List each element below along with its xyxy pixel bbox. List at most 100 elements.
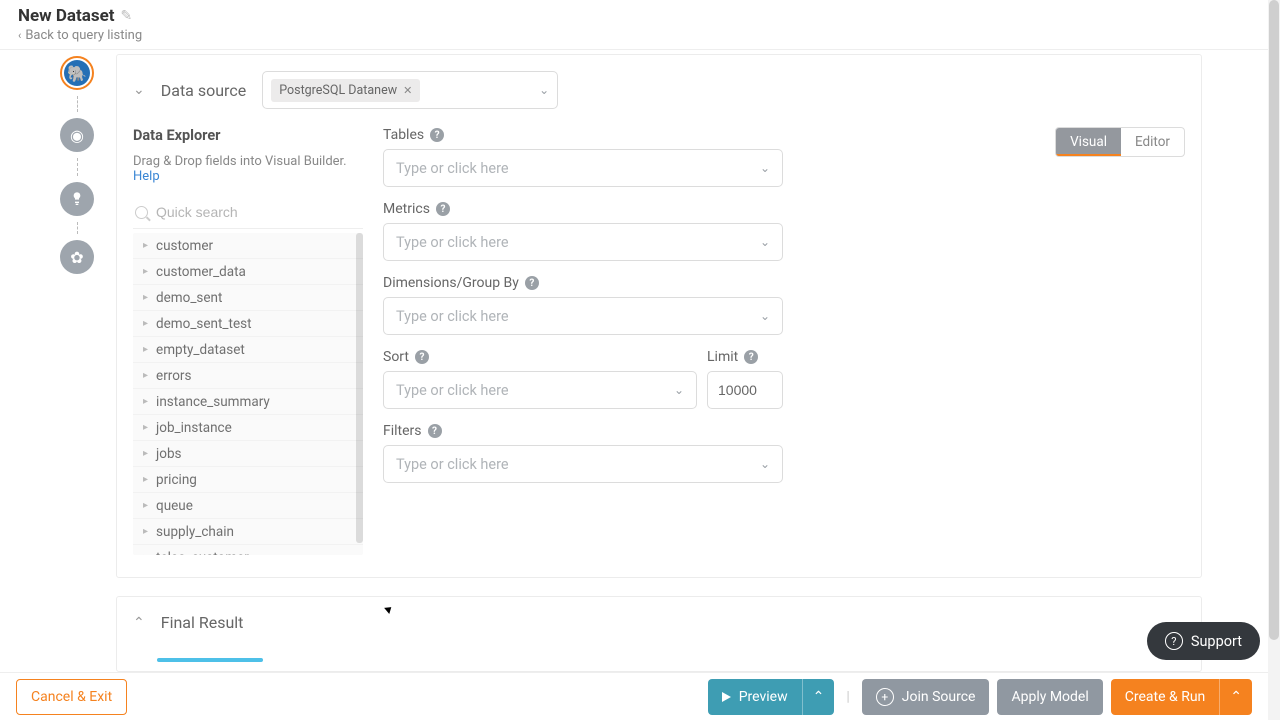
chevron-right-icon: ▸ [143,318,148,329]
collapse-final-icon[interactable]: ⌃ [133,615,145,631]
tree-item-label: demo_sent [156,290,222,306]
tree-item-errors[interactable]: ▸errors [133,363,363,389]
chevron-right-icon: ▸ [143,240,148,251]
tree-item-label: demo_sent_test [156,316,251,332]
sort-label: Sort [383,349,409,365]
chevron-down-icon: ⌄ [674,383,684,397]
tab-visual[interactable]: Visual [1056,128,1121,156]
tree-item-label: jobs [156,446,181,462]
final-label: Final Result [161,613,244,632]
footer: Cancel & Exit Preview ⌃ | + Join Source … [0,672,1268,720]
edit-title-icon[interactable]: ✎ [121,8,133,24]
preview-caret-button[interactable]: ⌃ [802,679,835,715]
chevron-right-icon: ▸ [143,292,148,303]
help-icon[interactable]: ? [415,350,429,364]
apply-model-button[interactable]: Apply Model [997,679,1102,715]
collapse-datasource-icon[interactable]: ⌄ [133,82,145,98]
tree-item-demo_sent[interactable]: ▸ demo_sent [133,285,363,311]
limit-input[interactable] [707,371,783,409]
chevron-right-icon: ▸ [143,448,148,459]
filters-input[interactable]: Type or click here⌄ [383,445,783,483]
chevron-down-icon: ⌄ [760,235,770,249]
tree-item-customer_data[interactable]: ▸customer_data [133,259,363,285]
help-icon[interactable]: ? [744,350,758,364]
tree-item-supply_chain[interactable]: ▸supply_chain [133,519,363,545]
create-caret-button[interactable]: ⌃ [1219,679,1252,715]
page-scrollbar[interactable] [1268,0,1280,720]
datasource-panel: ⌄ Data source PostgreSQL Datanew ✕ ⌄ Dat… [116,54,1202,578]
step-model[interactable] [60,182,94,216]
tree-item-empty_dataset[interactable]: ▸ empty_dataset [133,337,363,363]
tree-item-demo_sent_test[interactable]: ▸ demo_sent_test [133,311,363,337]
tree-item-label: telco_customer [156,550,249,556]
final-result-panel: ⌃ Final Result [116,596,1202,672]
tree-item-jobs[interactable]: ▸ jobs [133,441,363,467]
datasource-tag-label: PostgreSQL Datanew [279,83,397,98]
step-datasource[interactable]: 🐘 [60,56,94,90]
tab-editor[interactable]: Editor [1121,128,1184,156]
remove-datasource-icon[interactable]: ✕ [403,84,412,97]
chevron-right-icon: ▸ [143,344,148,355]
result-stub [157,658,263,662]
chevron-left-icon: ‹ [18,29,21,42]
search-input[interactable] [156,204,361,220]
tree-item-label: queue [156,498,193,514]
tree-item-instance_summary[interactable]: ▸instance_summary [133,389,363,415]
tree-item-label: supply_chain [156,524,234,540]
tree-item-label: job_instance [156,420,232,436]
chevron-down-icon: ⌄ [760,161,770,175]
help-link[interactable]: Help [133,169,160,184]
create-run-button[interactable]: Create & Run [1111,679,1220,715]
join-source-button[interactable]: + Join Source [862,679,990,715]
tables-label: Tables [383,127,424,143]
chevron-right-icon: ▸ [143,552,148,555]
table-tree[interactable]: ▸customer▸customer_data▸demo_sent▸demo_s… [133,233,363,555]
datasource-tag: PostgreSQL Datanew ✕ [271,79,420,102]
support-label: Support [1191,633,1242,650]
tree-item-label: instance_summary [156,394,270,410]
chevron-up-icon: ⌃ [1230,689,1242,705]
tree-item-label: pricing [156,472,197,488]
tree-item-label: customer [156,238,213,254]
step-settings[interactable]: ✿ [60,240,94,274]
chevron-down-icon: ⌄ [760,309,770,323]
tree-item-queue[interactable]: ▸ queue [133,493,363,519]
tree-item-customer[interactable]: ▸ customer [133,233,363,259]
tree-item-pricing[interactable]: ▸pricing [133,467,363,493]
plus-icon: + [876,688,894,706]
tree-item-job_instance[interactable]: ▸job_instance [133,415,363,441]
tree-scrollbar[interactable] [356,233,363,543]
tables-input[interactable]: Type or click here⌄ [383,149,783,187]
builder-tabs: Visual Editor [1055,127,1185,157]
chevron-down-icon: ⌄ [760,457,770,471]
step-preview[interactable]: ◉ [60,118,94,152]
back-link[interactable]: ‹ Back to query listing [18,28,1262,43]
divider: | [846,689,849,705]
search-icon [135,206,148,219]
help-icon[interactable]: ? [428,424,442,438]
back-link-label: Back to query listing [25,28,142,43]
datasource-select[interactable]: PostgreSQL Datanew ✕ ⌄ [262,71,558,109]
cancel-button[interactable]: Cancel & Exit [16,679,127,715]
support-button[interactable]: ? Support [1147,622,1260,660]
help-icon[interactable]: ? [436,202,450,216]
preview-button[interactable]: Preview [708,679,802,715]
dimensions-input[interactable]: Type or click here⌄ [383,297,783,335]
dimensions-label: Dimensions/Group By [383,275,519,291]
join-label: Join Source [902,689,976,705]
question-icon: ? [1165,632,1183,650]
tree-item-telco_customer[interactable]: ▸ telco_customer [133,545,363,555]
metrics-input[interactable]: Type or click here⌄ [383,223,783,261]
datasource-label: Data source [161,81,246,100]
tree-item-label: empty_dataset [156,342,245,358]
metrics-label: Metrics [383,201,430,217]
sort-input[interactable]: Type or click here⌄ [383,371,697,409]
filters-label: Filters [383,423,422,439]
chevron-right-icon: ▸ [143,500,148,511]
tree-item-label: errors [156,368,191,384]
preview-label: Preview [739,689,788,705]
help-icon[interactable]: ? [430,128,444,142]
help-icon[interactable]: ? [525,276,539,290]
step-rail: 🐘 ◉ ✿ [60,56,94,274]
chevron-right-icon: ▸ [143,266,148,277]
